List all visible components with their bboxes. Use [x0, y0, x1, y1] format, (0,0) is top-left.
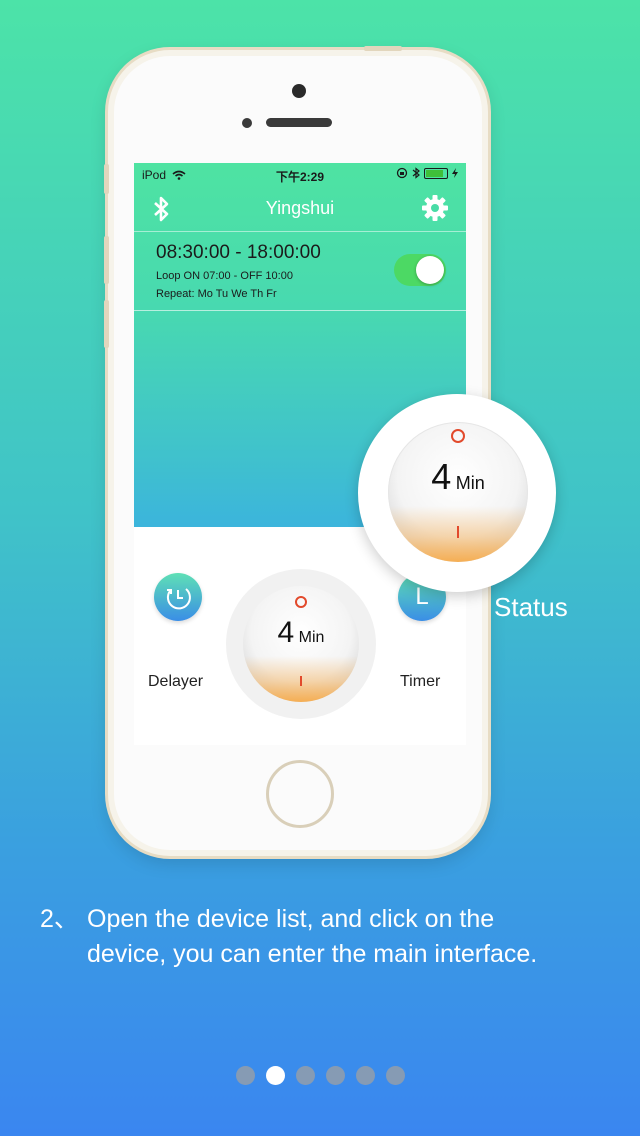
proximity-sensor — [242, 118, 252, 128]
page-indicator[interactable] — [0, 1066, 640, 1085]
schedule-row[interactable]: 08:30:00 - 18:00:00 Loop ON 07:00 - OFF … — [134, 231, 466, 311]
callout-unit: Min — [455, 473, 485, 493]
front-camera — [292, 84, 306, 98]
step-number: 2、 — [40, 905, 79, 933]
battery-icon — [424, 167, 448, 179]
page-dot-1[interactable] — [235, 1066, 255, 1085]
dial-unit: Min — [298, 629, 325, 646]
volume-up-button — [104, 236, 109, 284]
page-dot-2[interactable] — [265, 1066, 285, 1085]
page-dot-4[interactable] — [325, 1066, 345, 1085]
delayer-label: Delayer — [148, 673, 204, 690]
volume-down-button — [104, 300, 109, 348]
gear-icon[interactable] — [420, 193, 450, 223]
callout-value: 4 — [431, 456, 452, 497]
nav-bar: Yingshui — [134, 189, 466, 229]
callout-tick — [457, 526, 459, 538]
app-title: Yingshui — [265, 198, 335, 218]
charging-icon — [452, 168, 458, 178]
dial-value-row: 4 Min — [243, 616, 359, 650]
dial-marker-ring — [295, 596, 307, 608]
page-dot-6[interactable] — [385, 1066, 405, 1085]
home-button[interactable] — [266, 760, 334, 828]
timer-label: Timer — [400, 673, 441, 690]
page-dot-3[interactable] — [295, 1066, 315, 1085]
schedule-toggle[interactable] — [394, 254, 446, 286]
status-dial[interactable]: 4 Min — [243, 586, 359, 702]
earpiece-speaker — [266, 118, 332, 127]
status-label: Status — [494, 592, 568, 622]
page-dot-5[interactable] — [355, 1066, 375, 1085]
toggle-knob — [416, 256, 444, 284]
callout-value-row: 4 Min — [388, 456, 528, 498]
orientation-lock-icon — [396, 167, 408, 179]
schedule-loop: Loop ON 07:00 - OFF 10:00 — [156, 270, 293, 282]
delayer-button[interactable] — [154, 573, 202, 621]
schedule-repeat: Repeat: Mo Tu We Th Fr — [156, 288, 277, 300]
status-right — [396, 167, 458, 179]
caption-line-2: device, you can enter the main interface… — [87, 940, 538, 968]
bluetooth-status-icon — [412, 167, 420, 179]
schedule-time-range: 08:30:00 - 18:00:00 — [156, 242, 321, 263]
callout-dial: 4 Min — [388, 422, 528, 562]
clock-arrow-icon — [166, 588, 191, 610]
power-button — [364, 46, 402, 51]
status-bar: iPod 下午2:29 — [134, 163, 466, 187]
mute-switch — [104, 164, 109, 194]
callout-marker-ring — [451, 429, 465, 443]
dial-tick — [300, 676, 302, 686]
dial-value: 4 — [277, 616, 295, 649]
caption-line-1: Open the device list, and click on the — [87, 905, 495, 933]
